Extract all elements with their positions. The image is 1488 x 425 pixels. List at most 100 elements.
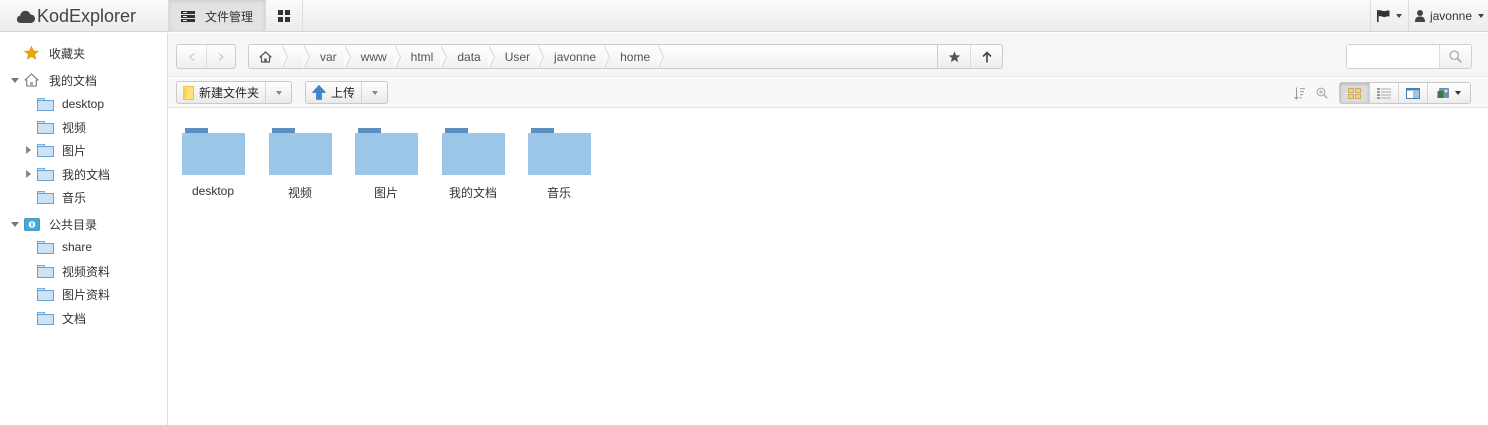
arrow-right-icon xyxy=(218,52,224,61)
chevron-down-icon xyxy=(1455,91,1461,95)
new-folder-group: 新建文件夹 xyxy=(176,81,293,104)
sidebar-item-videos[interactable]: 视频 xyxy=(23,117,86,137)
sidebar-item-video-materials[interactable]: 视频资料 xyxy=(23,261,110,281)
icon-view-button[interactable] xyxy=(1340,83,1369,103)
upload-label: 上传 xyxy=(331,86,356,100)
sort-button[interactable] xyxy=(1289,82,1311,104)
forward-button[interactable] xyxy=(206,45,235,68)
sidebar-item-label: 公共目录 xyxy=(49,217,98,232)
user-menu[interactable]: javonne xyxy=(1407,0,1488,32)
file-item-pictures[interactable]: 图片 xyxy=(343,127,429,207)
sidebar-item-label: 图片资料 xyxy=(62,287,111,302)
folder-icon xyxy=(527,128,591,175)
folder-icon xyxy=(37,167,54,181)
folder-icon xyxy=(37,287,54,301)
user-name: javonne xyxy=(1429,9,1472,23)
sidebar-item-picture-materials[interactable]: 图片资料 xyxy=(23,284,110,304)
history-nav xyxy=(176,44,236,69)
folder-icon xyxy=(354,128,418,175)
expand-arrow-icon[interactable] xyxy=(23,145,33,155)
collapse-arrow-icon[interactable] xyxy=(10,219,20,229)
cloud-icon xyxy=(16,10,35,23)
breadcrumb-home[interactable] xyxy=(249,45,288,68)
home-icon xyxy=(259,50,272,63)
upload-button[interactable]: 上传 xyxy=(306,82,361,103)
user-icon xyxy=(1414,10,1425,22)
sidebar-item-documents[interactable]: 我的文档 xyxy=(23,164,110,184)
breadcrumb-item[interactable]: User xyxy=(489,45,545,68)
arrow-up-icon xyxy=(981,50,992,62)
breadcrumb-item[interactable]: home xyxy=(604,45,665,68)
search-box xyxy=(1346,44,1472,69)
sidebar-item-label: desktop xyxy=(62,97,105,111)
sidebar-item-label: 收藏夹 xyxy=(49,46,86,61)
parent-dir-button[interactable] xyxy=(970,45,1002,68)
file-name: 视频 xyxy=(287,186,312,200)
folder-icon xyxy=(37,120,54,134)
folder-icon xyxy=(268,128,332,175)
view-tools xyxy=(1289,82,1333,104)
list-view-button[interactable] xyxy=(1369,83,1398,103)
file-name: 音乐 xyxy=(546,186,571,200)
breadcrumb-item[interactable]: var xyxy=(304,45,351,68)
sidebar-item-pictures[interactable]: 图片 xyxy=(23,140,86,160)
sidebar-tree: 收藏夹 我的文档 desktop 视频 图片 我的文档 音乐 公共目录 shar… xyxy=(0,33,168,425)
sidebar-item-label: 视频 xyxy=(62,120,87,135)
chevron-down-icon xyxy=(1478,14,1484,18)
file-item-documents[interactable]: 我的文档 xyxy=(430,127,516,207)
sidebar-item-share[interactable]: share xyxy=(23,237,92,257)
theme-menu-button[interactable] xyxy=(1427,83,1470,103)
folder-icon xyxy=(37,264,54,278)
folder-icon xyxy=(181,128,245,175)
favorite-button[interactable] xyxy=(938,45,970,68)
file-item-videos[interactable]: 视频 xyxy=(257,127,343,207)
folder-icon xyxy=(37,190,54,204)
breadcrumb-item[interactable]: html xyxy=(395,45,447,68)
split-view-icon xyxy=(1406,87,1420,99)
sort-icon xyxy=(1294,87,1305,100)
search-input[interactable] xyxy=(1347,45,1439,68)
icon-view-icon xyxy=(1348,87,1361,99)
zoom-button[interactable] xyxy=(1311,82,1333,104)
search-button[interactable] xyxy=(1439,45,1471,68)
top-bar: KodExplorer 文件管理 javonne xyxy=(0,0,1488,32)
expand-arrow-icon[interactable] xyxy=(23,169,33,179)
top-right-menu: javonne xyxy=(1369,0,1488,32)
chevron-down-icon xyxy=(275,90,282,95)
new-folder-icon xyxy=(183,85,194,100)
chevron-down-icon xyxy=(1395,14,1402,18)
folder-icon xyxy=(37,97,54,111)
tab-file-manager[interactable]: 文件管理 xyxy=(168,0,266,32)
search-icon xyxy=(1449,50,1462,63)
back-button[interactable] xyxy=(177,45,206,68)
file-item-music[interactable]: 音乐 xyxy=(516,127,602,207)
upload-dropdown[interactable] xyxy=(361,82,387,103)
sidebar-item-label: 图片 xyxy=(62,143,87,158)
sidebar-item-favorites[interactable]: 收藏夹 xyxy=(10,43,85,63)
split-view-button[interactable] xyxy=(1398,83,1427,103)
app-logo[interactable]: KodExplorer xyxy=(16,4,136,28)
sidebar-item-desktop[interactable]: desktop xyxy=(23,94,104,114)
sidebar-item-docs[interactable]: 文档 xyxy=(23,308,86,328)
collapse-arrow-icon[interactable] xyxy=(10,75,20,85)
language-menu[interactable] xyxy=(1369,0,1408,32)
sidebar-item-label: 文档 xyxy=(62,311,87,326)
new-folder-button[interactable]: 新建文件夹 xyxy=(177,82,265,103)
sidebar-item-label: share xyxy=(62,240,93,254)
breadcrumb-item[interactable]: www xyxy=(345,45,401,68)
app-title: KodExplorer xyxy=(37,5,137,26)
tab-apps[interactable] xyxy=(265,0,304,32)
sidebar-item-my-docs[interactable]: 我的文档 xyxy=(10,70,97,90)
sidebar-item-label: 我的文档 xyxy=(49,73,98,88)
sidebar-item-public[interactable]: 公共目录 xyxy=(10,214,97,234)
public-folder-icon xyxy=(24,217,41,231)
star-icon xyxy=(24,46,41,60)
breadcrumb-item[interactable]: data xyxy=(441,45,496,68)
new-menu-dropdown[interactable] xyxy=(265,82,291,103)
file-name: 图片 xyxy=(373,186,398,200)
home-icon xyxy=(24,73,41,87)
flag-icon xyxy=(1376,10,1390,22)
sidebar-item-music[interactable]: 音乐 xyxy=(23,187,86,207)
file-item-desktop[interactable]: desktop xyxy=(170,127,256,207)
breadcrumb-item[interactable]: javonne xyxy=(538,45,611,68)
